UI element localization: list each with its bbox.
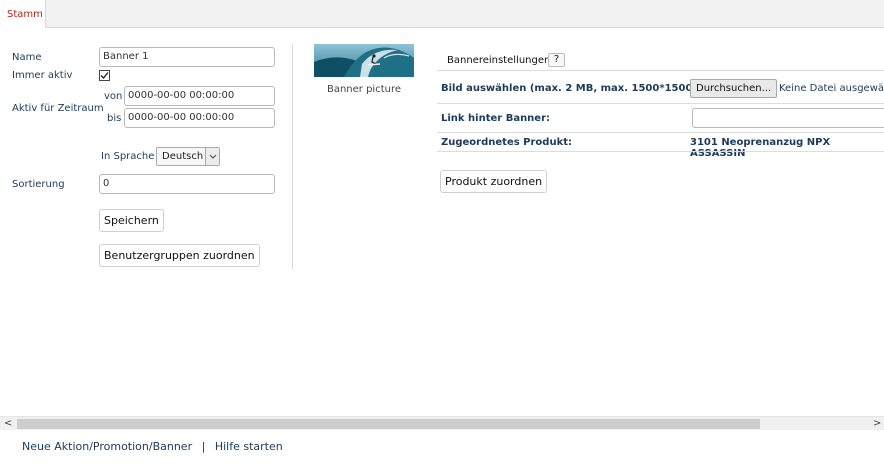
no-file-text: Keine Datei ausgewählt.	[779, 83, 884, 94]
horizontal-scrollbar[interactable]: < >	[0, 416, 884, 430]
divider	[437, 132, 884, 133]
assign-product-button[interactable]: Produkt zuordnen	[440, 170, 548, 193]
new-action-link[interactable]: Neue Aktion/Promotion/Banner	[22, 440, 192, 453]
help-start-link[interactable]: Hilfe starten	[215, 440, 283, 453]
save-button[interactable]: Speichern	[99, 209, 164, 232]
name-input[interactable]: Banner 1	[99, 47, 275, 67]
scroll-right-arrow-icon[interactable]: >	[873, 418, 881, 429]
tab-bar	[0, 0, 884, 28]
sprache-value: Deutsch	[162, 151, 204, 162]
column-divider	[292, 44, 293, 269]
help-button[interactable]: ?	[548, 53, 565, 67]
settings-header: Bannereinstellungen	[447, 55, 551, 66]
bis-label: bis	[107, 113, 122, 124]
footer-separator: |	[201, 440, 206, 453]
name-label: Name	[12, 52, 42, 63]
bild-label: Bild auswählen (max. 2 MB, max. 1500*150…	[441, 83, 719, 94]
browse-button[interactable]: Durchsuchen...	[690, 79, 778, 98]
bis-input[interactable]: 0000-00-00 00:00:00	[124, 108, 275, 128]
scroll-left-arrow-icon[interactable]: <	[4, 418, 12, 429]
scrollbar-thumb[interactable]	[17, 419, 760, 429]
product-label: Zugeordnetes Produkt:	[441, 137, 573, 148]
immer-aktiv-label: Immer aktiv	[12, 70, 73, 81]
sortierung-label: Sortierung	[12, 179, 65, 190]
von-input[interactable]: 0000-00-00 00:00:00	[124, 86, 275, 106]
sprache-label: In Sprache	[101, 151, 155, 162]
tab-stamm[interactable]: Stamm	[0, 0, 46, 28]
checkmark-icon	[100, 72, 109, 79]
banner-image	[314, 44, 414, 77]
sortierung-input[interactable]: 0	[99, 174, 275, 194]
banner-caption: Banner picture	[326, 84, 402, 95]
assign-usergroups-button[interactable]: Benutzergruppen zuordnen	[99, 244, 260, 267]
aktiv-zeitraum-label: Aktiv für Zeitraum	[12, 103, 104, 114]
link-label: Link hinter Banner:	[441, 113, 551, 124]
divider	[437, 70, 884, 71]
chevron-down-icon	[205, 148, 219, 165]
footer: Neue Aktion/Promotion/Banner | Hilfe sta…	[22, 440, 283, 453]
von-label: von	[104, 91, 123, 102]
link-input[interactable]	[692, 108, 884, 128]
product-value: 3101 Neoprenanzug NPX ASSASSIN	[690, 137, 831, 159]
immer-aktiv-checkbox[interactable]	[99, 70, 110, 81]
sprache-select[interactable]: Deutsch	[156, 147, 220, 166]
divider	[437, 151, 884, 152]
divider	[437, 103, 884, 104]
